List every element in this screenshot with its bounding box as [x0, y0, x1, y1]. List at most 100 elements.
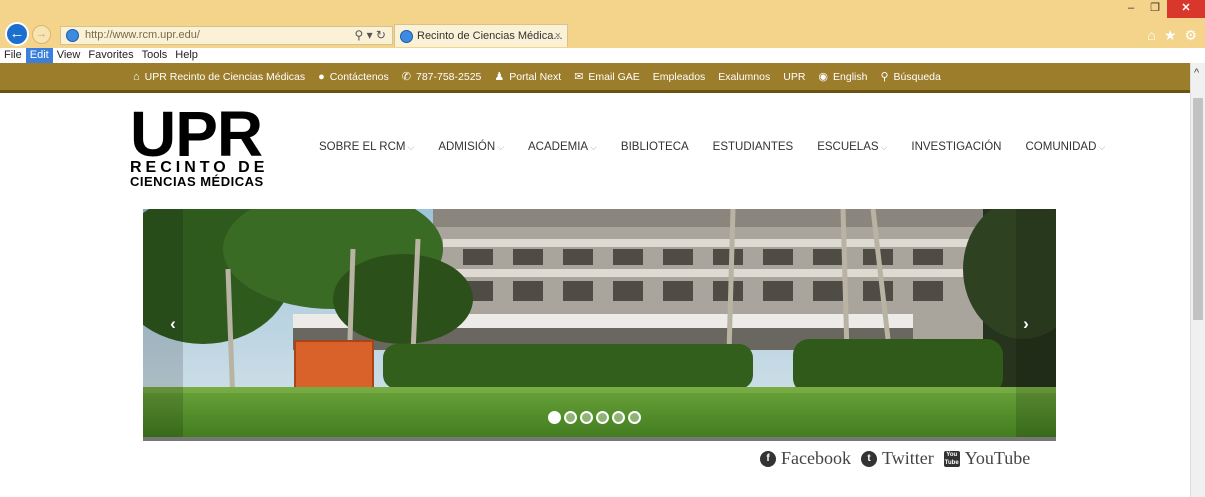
- topbar-item-home[interactable]: ⌂ UPR Recinto de Ciencias Médicas: [133, 71, 305, 83]
- twitter-icon: t: [860, 450, 877, 467]
- mail-icon: ✉: [574, 71, 584, 83]
- close-window-button[interactable]: ✕: [1167, 0, 1205, 18]
- address-bar[interactable]: http://www.rcm.upr.edu/ ⚲ ▾ ↻: [60, 26, 393, 45]
- hero-carousel[interactable]: ‹ ›: [143, 209, 1056, 441]
- globe-icon: ◉: [818, 71, 829, 83]
- nav-admision[interactable]: ADMISIÓN ⌵: [438, 141, 504, 153]
- search-refresh-icon[interactable]: ⚲ ▾ ↻: [354, 27, 386, 44]
- nav-label: SOBRE EL RCM: [319, 141, 406, 153]
- topbar-label: 787-758-2525: [415, 70, 482, 83]
- social-label: Twitter: [881, 448, 934, 468]
- facebook-link[interactable]: f Facebook: [760, 448, 851, 469]
- carousel-dot[interactable]: [580, 411, 593, 424]
- info-icon: ●: [318, 70, 325, 83]
- menu-help[interactable]: Help: [171, 48, 202, 63]
- topbar-label: UPR: [783, 70, 806, 83]
- nav-label: ADMISIÓN: [438, 141, 496, 153]
- tab-title: Recinto de Ciencias Médica...: [417, 30, 563, 42]
- topbar-label: Exalumnos: [718, 70, 771, 83]
- browser-tab[interactable]: Recinto de Ciencias Médica... ×: [394, 24, 568, 47]
- gear-icon[interactable]: ⚙: [1184, 27, 1197, 44]
- nav-label: INVESTIGACIÓN: [911, 141, 1002, 153]
- facebook-icon: f: [760, 450, 776, 467]
- main-navigation: SOBRE EL RCM ⌵ ADMISIÓN ⌵ ACADEMIA ⌵ BIBLIO…: [319, 141, 1129, 153]
- chevron-down-icon: ⌵: [497, 142, 505, 152]
- carousel-dot[interactable]: [564, 411, 577, 424]
- browser-menubar: File Edit View Favorites Tools Help: [0, 48, 1205, 63]
- menu-tools[interactable]: Tools: [138, 48, 172, 63]
- scrollbar-thumb[interactable]: [1193, 98, 1203, 320]
- nav-estudiantes[interactable]: ESTUDIANTES: [713, 141, 794, 153]
- nav-investigacion[interactable]: INVESTIGACIÓN: [911, 141, 1001, 153]
- youtube-icon: You Tube: [943, 450, 960, 467]
- carousel-dot[interactable]: [612, 411, 625, 424]
- carousel-prev-button[interactable]: ‹: [163, 313, 183, 335]
- topbar-item-portal[interactable]: ♟ Portal Next: [494, 70, 562, 84]
- home-icon: ⌂: [133, 70, 140, 83]
- nav-sobre-el-rcm[interactable]: SOBRE EL RCM ⌵: [319, 141, 414, 153]
- logo-upr-text: UPR: [130, 98, 263, 170]
- nav-biblioteca[interactable]: BIBLIOTECA: [621, 141, 689, 153]
- nav-label: ESCUELAS: [817, 141, 879, 153]
- menu-view[interactable]: View: [53, 48, 85, 63]
- nav-escuelas[interactable]: ESCUELAS ⌵: [817, 141, 887, 153]
- nav-label: BIBLIOTECA: [620, 141, 689, 153]
- topbar-label: UPR Recinto de Ciencias Médicas: [144, 70, 306, 83]
- topbar-label: English: [833, 70, 868, 83]
- upr-rcm-logo[interactable]: UPR RECINTO DE CIENCIAS MÉDICAS: [130, 98, 290, 189]
- topbar-item-contact[interactable]: ● Contáctenos: [318, 71, 389, 83]
- menu-edit[interactable]: Edit: [25, 48, 53, 63]
- campus-photo: [143, 209, 1056, 437]
- ie-page-icon: [66, 29, 79, 42]
- topbar-item-empleados[interactable]: Empleados: [653, 71, 706, 83]
- page-scrollbar[interactable]: ^: [1190, 63, 1205, 497]
- back-button[interactable]: ←: [5, 22, 29, 46]
- tab-close-icon[interactable]: ×: [555, 25, 561, 47]
- forward-button[interactable]: →: [32, 25, 51, 44]
- home-icon[interactable]: ⌂: [1147, 27, 1155, 44]
- star-icon[interactable]: ★: [1164, 27, 1177, 44]
- carousel-indicators: [548, 411, 641, 424]
- site-utility-bar: ⌂ UPR Recinto de Ciencias Médicas ● Cont…: [0, 63, 1190, 93]
- chevron-down-icon: ⌵: [880, 142, 888, 152]
- menu-file[interactable]: File: [0, 48, 26, 63]
- twitter-link[interactable]: t Twitter: [860, 448, 934, 469]
- topbar-item-upr[interactable]: UPR: [783, 71, 805, 83]
- nav-label: ESTUDIANTES: [712, 141, 794, 153]
- carousel-dot[interactable]: [548, 411, 561, 424]
- social-label: YouTube: [964, 448, 1031, 468]
- nav-academia[interactable]: ACADEMIA ⌵: [528, 141, 597, 153]
- youtube-link[interactable]: You Tube YouTube: [943, 448, 1031, 469]
- topbar-item-exalumnos[interactable]: Exalumnos: [718, 71, 770, 83]
- nav-label: ACADEMIA: [528, 141, 589, 153]
- chevron-down-icon: ⌵: [590, 142, 597, 152]
- topbar-label: Portal Next: [509, 70, 562, 83]
- topbar-label: Contáctenos: [329, 70, 389, 83]
- address-text: http://www.rcm.upr.edu/: [85, 29, 200, 41]
- phone-icon: ✆: [401, 71, 411, 83]
- minimize-button[interactable]: –: [1119, 0, 1143, 18]
- nav-label: COMUNIDAD: [1025, 141, 1097, 153]
- logo-line2: CIENCIAS MÉDICAS: [130, 174, 264, 189]
- search-icon: ⚲: [880, 71, 889, 83]
- topbar-item-search[interactable]: ⚲ Búsqueda: [880, 70, 940, 84]
- browser-titlebar: – ❐ ✕ ← → http://www.rcm.upr.edu/ ⚲ ▾ ↻ …: [0, 0, 1205, 48]
- chevron-down-icon: ⌵: [1098, 142, 1106, 152]
- topbar-item-email[interactable]: ✉ Email GAE: [574, 70, 640, 84]
- nav-comunidad[interactable]: COMUNIDAD ⌵: [1025, 141, 1105, 153]
- social-label: Facebook: [781, 448, 851, 468]
- menu-favorites[interactable]: Favorites: [84, 48, 137, 63]
- browser-toolbar-icons: ⌂ ★ ⚙: [1147, 27, 1197, 44]
- user-icon: ♟: [494, 71, 505, 83]
- carousel-next-button[interactable]: ›: [1016, 313, 1036, 335]
- carousel-dot[interactable]: [628, 411, 641, 424]
- topbar-label: Email GAE: [588, 70, 640, 83]
- topbar-item-phone[interactable]: ✆ 787-758-2525: [401, 70, 482, 84]
- topbar-item-english[interactable]: ◉ English: [818, 70, 868, 84]
- chevron-down-icon: ⌵: [407, 142, 415, 152]
- restore-button[interactable]: ❐: [1143, 0, 1167, 18]
- chevron-up-icon[interactable]: ^: [1194, 67, 1199, 79]
- topbar-label: Empleados: [652, 70, 706, 83]
- social-links: f Facebook t Twitter You Tube YouTube: [760, 448, 1040, 469]
- carousel-dot[interactable]: [596, 411, 609, 424]
